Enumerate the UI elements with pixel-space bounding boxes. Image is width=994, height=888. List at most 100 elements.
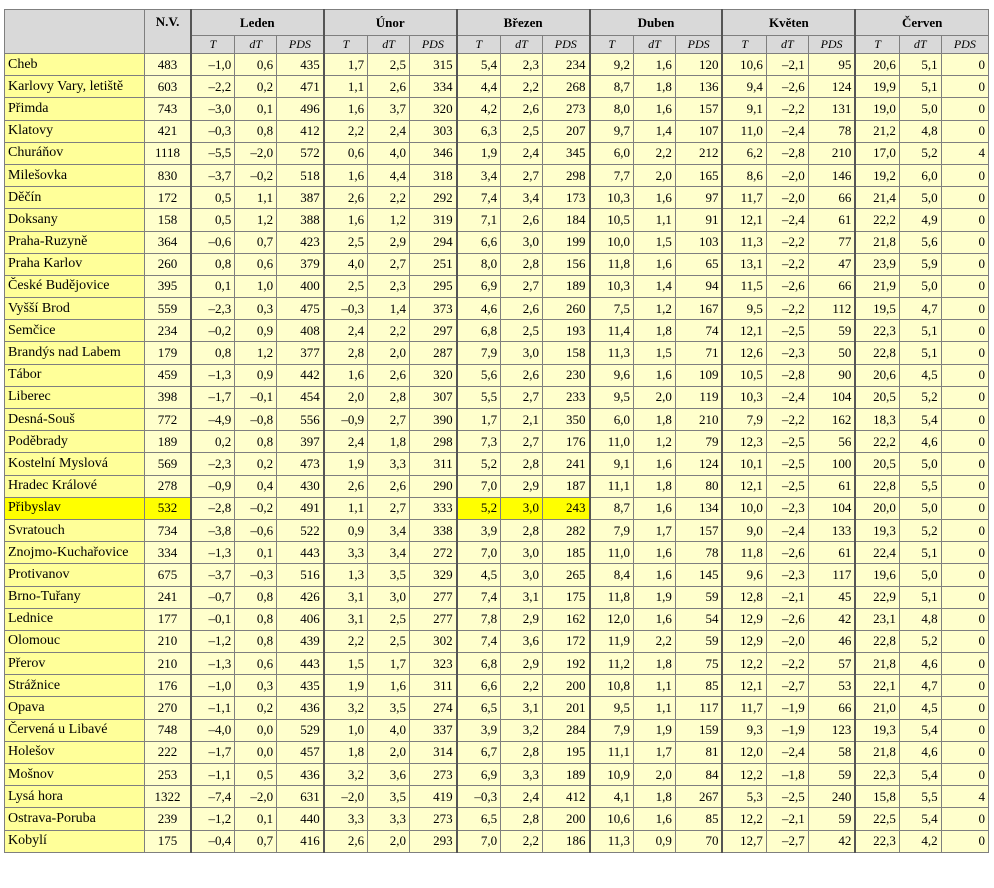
cell-t: 11,0 [588, 430, 634, 454]
station-name: Poděbrady [3, 430, 146, 454]
cell-pds: 94 [674, 274, 723, 299]
cell-t: 20,5 [854, 385, 900, 410]
cell-pds: 104 [807, 496, 856, 520]
cell-pds: 42 [807, 829, 856, 853]
cell-t: –0,3 [322, 297, 369, 321]
cell-pds: 45 [807, 585, 856, 609]
cell-pds: 91 [674, 208, 723, 232]
cell-pds: 61 [807, 541, 856, 565]
cell-dt: 5,2 [898, 141, 942, 165]
cell-t: 1,6 [322, 208, 369, 232]
station-name: Tábor [3, 363, 146, 387]
cell-dt: –2,0 [765, 163, 809, 188]
cell-dt: –2,6 [765, 541, 809, 565]
cell-pds: 145 [674, 563, 723, 587]
cell-pds: 295 [409, 274, 458, 299]
cell-pds: 79 [674, 430, 723, 454]
cell-pds: 42 [807, 607, 856, 631]
cell-pds: 473 [276, 452, 325, 476]
cell-dt: 3,6 [500, 629, 543, 654]
cell-t: 10,6 [721, 52, 767, 77]
cell-t: –3,7 [189, 163, 236, 188]
cell-t: 1,9 [455, 141, 502, 165]
cell-dt: –2,8 [765, 363, 809, 387]
cell-t: 20,0 [854, 496, 900, 520]
cell-dt: 1,5 [633, 341, 676, 365]
cell-pds: 337 [409, 718, 458, 742]
cell-dt: 0,1 [234, 807, 278, 831]
station-name: Lednice [3, 607, 146, 631]
cell-dt: 5,6 [898, 230, 942, 254]
cell-t: –1,0 [189, 52, 236, 77]
cell-t: 11,7 [721, 186, 767, 210]
station-altitude: 1322 [144, 785, 192, 809]
cell-dt: –0,3 [234, 563, 278, 587]
cell-t: 9,1 [588, 452, 634, 476]
header-subcol-dt: dT [765, 35, 809, 54]
cell-dt: –2,7 [765, 829, 809, 853]
station-altitude: 1118 [144, 141, 192, 165]
cell-t: 4,6 [455, 297, 502, 321]
cell-dt: 1,8 [633, 319, 676, 343]
cell-t: 6,9 [455, 762, 502, 787]
cell-t: 6,2 [721, 141, 767, 165]
cell-t: –1,1 [189, 762, 236, 787]
cell-t: 11,1 [588, 740, 634, 765]
station-altitude: 175 [144, 829, 192, 853]
cell-dt: 5,1 [898, 585, 942, 609]
cell-pds: 0 [940, 186, 990, 210]
cell-pds: 186 [541, 829, 591, 853]
cell-t: 7,4 [455, 629, 502, 654]
cell-t: 9,5 [721, 297, 767, 321]
cell-pds: 572 [276, 141, 325, 165]
cell-t: 12,1 [721, 474, 767, 498]
cell-dt: 0,8 [234, 119, 278, 143]
cell-dt: 1,2 [234, 341, 278, 365]
cell-dt: 3,0 [500, 496, 543, 520]
cell-t: 2,4 [322, 319, 369, 343]
cell-dt: 5,2 [898, 518, 942, 543]
cell-pds: 120 [674, 52, 723, 77]
cell-pds: 320 [409, 363, 458, 387]
cell-dt: 4,2 [898, 829, 942, 853]
station-name: Mošnov [3, 762, 146, 787]
cell-t: –0,2 [189, 319, 236, 343]
table-row: Praha Karlov 260 0,8 0,6 379 4,0 2,7 251 8,0 2,8 1… [3, 252, 990, 276]
cell-pds: 302 [409, 629, 458, 654]
cell-pds: 90 [807, 363, 856, 387]
cell-t: –1,7 [189, 385, 236, 410]
station-altitude: 158 [144, 208, 192, 232]
cell-t: 9,2 [588, 52, 634, 77]
cell-pds: 329 [409, 563, 458, 587]
cell-dt: 4,6 [898, 430, 942, 454]
cell-dt: 3,5 [367, 785, 411, 809]
cell-t: 1,7 [322, 52, 369, 77]
cell-dt: –2,0 [765, 186, 809, 210]
station-name: Lysá hora [3, 785, 146, 809]
table-body: Cheb 483 –1,0 0,6 435 1,7 2,5 315 5,4 2,3 234 9,2 1,… [3, 52, 990, 853]
cell-pds: 66 [807, 186, 856, 210]
cell-t: 3,2 [322, 696, 369, 720]
cell-t: 7,0 [455, 829, 502, 853]
cell-dt: 2,6 [500, 208, 543, 232]
table-row: Přerov 210 –1,3 0,6 443 1,5 1,7 323 6,8 2,9 192 11,… [3, 652, 990, 676]
station-altitude: 177 [144, 607, 192, 631]
cell-dt: 3,0 [500, 541, 543, 565]
cell-t: 7,1 [455, 208, 502, 232]
cell-pds: 416 [276, 829, 325, 853]
cell-t: 6,0 [588, 141, 634, 165]
cell-dt: 3,5 [367, 563, 411, 587]
cell-pds: 273 [409, 807, 458, 831]
cell-pds: 0 [940, 585, 990, 609]
cell-pds: 123 [807, 718, 856, 742]
cell-t: 22,8 [854, 474, 900, 498]
cell-dt: 1,8 [633, 785, 676, 809]
cell-t: –3,7 [189, 563, 236, 587]
cell-dt: 2,6 [500, 363, 543, 387]
table-row: Desná-Souš 772 –4,9 –0,8 556 –0,9 2,7 390 1,7 2,1… [3, 407, 990, 432]
cell-pds: 210 [807, 141, 856, 165]
cell-t: –0,7 [189, 585, 236, 609]
header-subcol-dt: dT [898, 35, 942, 54]
cell-dt: 1,8 [633, 75, 676, 99]
cell-t: –0,9 [189, 474, 236, 498]
